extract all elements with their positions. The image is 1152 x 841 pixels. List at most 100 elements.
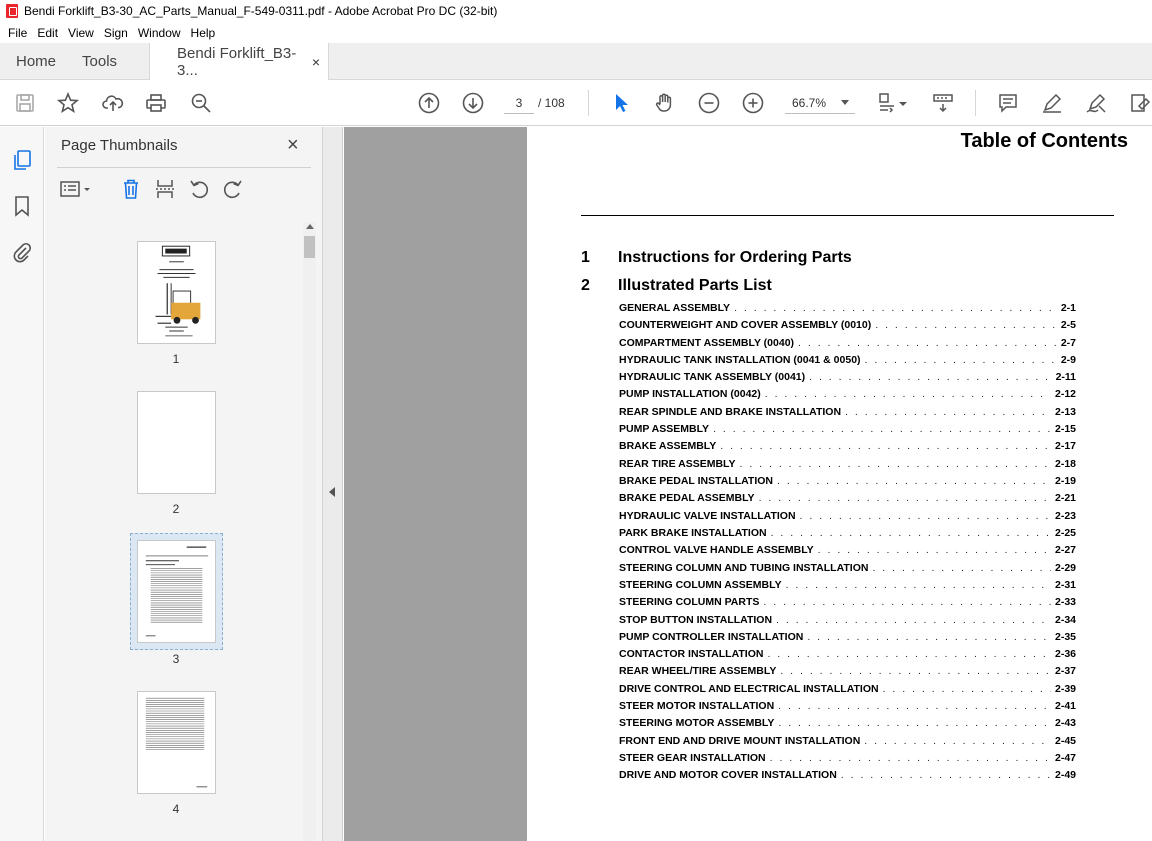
chevron-down-icon[interactable] [898,91,908,115]
toc-entry[interactable]: BRAKE PEDAL ASSEMBLY 2-21 [619,492,1076,506]
toc-entry[interactable]: HYDRAULIC TANK INSTALLATION (0041 & 0050… [619,354,1076,368]
highlight-pen-icon[interactable] [1040,91,1064,115]
bookmark-star-icon[interactable] [56,91,80,115]
previous-page-icon[interactable] [417,91,441,115]
menu-bar: File Edit View Sign Window Help [0,22,1152,43]
entry-page: 2-33 [1054,596,1076,608]
thumbnail-scrollbar[interactable] [303,222,316,841]
tab-close-icon[interactable]: × [312,54,320,70]
page-thumbnail-1[interactable] [137,241,216,344]
entry-page: 2-25 [1054,527,1076,539]
dot-leader [780,665,1051,677]
entry-page: 2-19 [1054,475,1076,487]
scroll-thumb[interactable] [304,236,315,258]
entry-page: 2-21 [1054,492,1076,504]
page-thumbnail-2[interactable] [137,391,216,494]
zoom-search-icon[interactable] [189,91,213,115]
entry-title: HYDRAULIC TANK ASSEMBLY (0041) [619,371,806,383]
split-page-icon[interactable] [153,177,177,201]
select-cursor-icon[interactable] [609,91,633,115]
dot-leader [778,700,1051,712]
comment-icon[interactable] [996,91,1020,115]
close-icon[interactable]: × [287,135,299,155]
toc-entry[interactable]: PUMP CONTROLLER INSTALLATION 2-35 [619,631,1076,645]
collapse-panel-icon[interactable] [329,487,335,497]
toc-entry[interactable]: GENERAL ASSEMBLY 2-1 [619,302,1076,316]
section-title: Illustrated Parts List [618,277,772,294]
toc-entry[interactable]: PUMP ASSEMBLY 2-15 [619,423,1076,437]
toc-entry[interactable]: CONTACTOR INSTALLATION 2-36 [619,648,1076,662]
panel-splitter[interactable] [323,127,343,841]
zoom-out-icon[interactable] [697,91,721,115]
toc-entry[interactable]: REAR SPINDLE AND BRAKE INSTALLATION 2-13 [619,406,1076,420]
toc-entry[interactable]: STEERING COLUMN AND TUBING INSTALLATION 2… [619,562,1076,576]
entry-title: GENERAL ASSEMBLY [619,302,731,314]
toc-entry[interactable]: BRAKE PEDAL INSTALLATION 2-19 [619,475,1076,489]
scroll-mode-icon[interactable] [931,91,955,115]
toc-entry[interactable]: CONTROL VALVE HANDLE ASSEMBLY 2-27 [619,544,1076,558]
tab-tools[interactable]: Tools [72,43,133,79]
toc-entry[interactable]: BRAKE ASSEMBLY 2-17 [619,440,1076,454]
delete-page-icon[interactable] [119,177,143,201]
toc-entry[interactable]: PARK BRAKE INSTALLATION 2-25 [619,527,1076,541]
rotate-left-icon[interactable] [187,177,211,201]
dot-leader [776,614,1051,626]
menu-sign[interactable]: Sign [99,26,133,40]
page-thumbnail-3[interactable] [137,540,216,643]
menu-file[interactable]: File [3,26,32,40]
entry-title: STEERING COLUMN PARTS [619,596,760,608]
thumbnail-options-icon[interactable] [59,177,95,201]
toc-entry[interactable]: DRIVE CONTROL AND ELECTRICAL INSTALLATIO… [619,683,1076,697]
entry-page: 2-5 [1060,319,1076,331]
dot-leader [807,631,1051,643]
page-thumbnails-icon[interactable] [10,148,34,172]
toc-entry[interactable]: STEER MOTOR INSTALLATION 2-41 [619,700,1076,714]
dot-leader [872,562,1051,574]
document-view[interactable]: Table of Contents 1 Instructions for Orde… [344,127,1152,841]
page-fit-icon[interactable] [875,91,899,115]
toc-entry[interactable]: STEER GEAR INSTALLATION 2-47 [619,752,1076,766]
toc-entry[interactable]: FRONT END AND DRIVE MOUNT INSTALLATION 2-… [619,735,1076,749]
page-total-label: / 108 [538,96,565,110]
panel-title: Page Thumbnails [61,137,178,154]
scroll-up-arrow-icon[interactable] [306,224,314,229]
attachments-icon[interactable] [10,240,34,264]
toc-entry[interactable]: STEERING MOTOR ASSEMBLY 2-43 [619,717,1076,731]
zoom-in-icon[interactable] [741,91,765,115]
save-icon[interactable] [13,91,37,115]
entry-title: STEER GEAR INSTALLATION [619,752,766,764]
toc-entry[interactable]: REAR WHEEL/TIRE ASSEMBLY 2-37 [619,665,1076,679]
entry-title: PUMP ASSEMBLY [619,423,710,435]
toc-entry[interactable]: STEERING COLUMN ASSEMBLY 2-31 [619,579,1076,593]
menu-window[interactable]: Window [133,26,186,40]
entry-page: 2-9 [1060,354,1076,366]
bookmarks-icon[interactable] [10,194,34,218]
page-thumbnail-4[interactable] [137,691,216,794]
edit-pdf-icon[interactable] [1128,91,1152,115]
draw-sign-icon[interactable] [1084,91,1108,115]
dot-leader [734,302,1057,314]
section-number: 2 [581,277,590,294]
toc-entry[interactable]: COUNTERWEIGHT AND COVER ASSEMBLY (0010) 2… [619,319,1076,333]
menu-view[interactable]: View [63,26,99,40]
toc-entry[interactable]: COMPARTMENT ASSEMBLY (0040) 2-7 [619,337,1076,351]
page-number-input[interactable]: 3 [504,92,534,114]
share-upload-icon[interactable] [101,91,125,115]
toc-entry[interactable]: REAR TIRE ASSEMBLY 2-18 [619,458,1076,472]
toc-entry[interactable]: STEERING COLUMN PARTS 2-33 [619,596,1076,610]
toc-entry[interactable]: HYDRAULIC TANK ASSEMBLY (0041) 2-11 [619,371,1076,385]
menu-edit[interactable]: Edit [32,26,63,40]
toc-entry[interactable]: PUMP INSTALLATION (0042) 2-12 [619,388,1076,402]
toc-entry[interactable]: HYDRAULIC VALVE INSTALLATION 2-23 [619,510,1076,524]
print-icon[interactable] [144,91,168,115]
entry-page: 2-1 [1060,302,1076,314]
toc-entry[interactable]: DRIVE AND MOTOR COVER INSTALLATION 2-49 [619,769,1076,783]
tab-home[interactable]: Home [0,43,72,79]
next-page-icon[interactable] [461,91,485,115]
rotate-right-icon[interactable] [221,177,245,201]
chevron-down-icon[interactable] [841,100,849,105]
tab-document[interactable]: Bendi Forklift_B3-3... × [149,43,330,81]
hand-tool-icon[interactable] [653,91,677,115]
toc-entry[interactable]: STOP BUTTON INSTALLATION 2-34 [619,614,1076,628]
menu-help[interactable]: Help [186,26,221,40]
